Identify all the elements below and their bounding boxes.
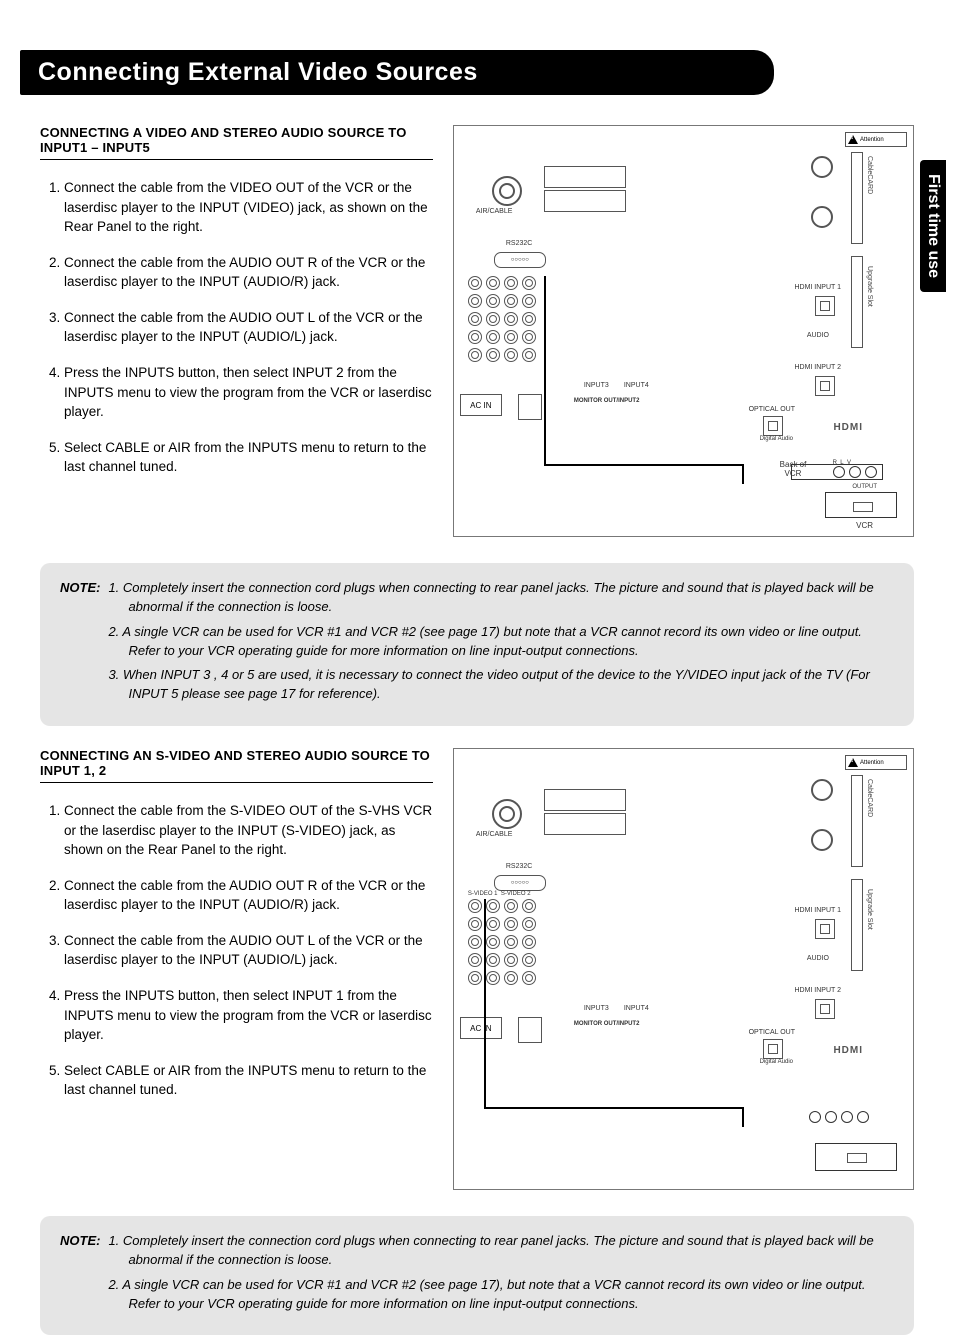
note-label: NOTE: <box>60 1232 100 1319</box>
step: Select CABLE or AIR from the INPUTS menu… <box>64 438 433 477</box>
note-item: 3. When INPUT 3 , 4 or 5 are used, it is… <box>108 666 894 704</box>
step: Connect the cable from the AUDIO OUT R o… <box>64 876 433 915</box>
section-tab: First time use <box>920 160 946 292</box>
note-box-1: NOTE: 1. Completely insert the connectio… <box>40 563 914 726</box>
sub-heading-2: CONNECTING AN S-VIDEO AND STEREO AUDIO S… <box>40 748 433 783</box>
rear-panel-diagram-2: Attention AIR/CABLE RS232C ○○○○○ <box>453 748 914 1190</box>
rear-panel-diagram-1: Attention AIR/CABLE RS232C ○○○○○ <box>453 125 914 537</box>
step: Connect the cable from the VIDEO OUT of … <box>64 178 433 237</box>
note-item: 1. Completely insert the connection cord… <box>108 579 894 617</box>
steps-list-2: Connect the cable from the S-VIDEO OUT o… <box>40 801 433 1100</box>
steps-list-1: Connect the cable from the VIDEO OUT of … <box>40 178 433 477</box>
note-item: 2. A single VCR can be used for VCR #1 a… <box>108 1276 894 1314</box>
page-content: CONNECTING A VIDEO AND STEREO AUDIO SOUR… <box>40 125 914 1335</box>
step: Select CABLE or AIR from the INPUTS menu… <box>64 1061 433 1100</box>
note-label: NOTE: <box>60 579 100 710</box>
note-item: 2. A single VCR can be used for VCR #1 a… <box>108 623 894 661</box>
manual-page: First time use Connecting External Video… <box>0 0 954 1235</box>
sub-heading-1: CONNECTING A VIDEO AND STEREO AUDIO SOUR… <box>40 125 433 160</box>
note-box-2: NOTE: 1. Completely insert the connectio… <box>40 1216 914 1335</box>
step: Connect the cable from the AUDIO OUT L o… <box>64 308 433 347</box>
section-video-stereo: CONNECTING A VIDEO AND STEREO AUDIO SOUR… <box>40 125 914 545</box>
section-svideo: CONNECTING AN S-VIDEO AND STEREO AUDIO S… <box>40 748 914 1190</box>
step: Press the INPUTS button, then select INP… <box>64 986 433 1045</box>
note-item: 1. Completely insert the connection cord… <box>108 1232 894 1270</box>
step: Connect the cable from the AUDIO OUT L o… <box>64 931 433 970</box>
step: Connect the cable from the S-VIDEO OUT o… <box>64 801 433 860</box>
step: Connect the cable from the AUDIO OUT R o… <box>64 253 433 292</box>
note-list: 1. Completely insert the connection cord… <box>108 579 894 704</box>
note-list: 1. Completely insert the connection cord… <box>108 1232 894 1313</box>
step: Press the INPUTS button, then select INP… <box>64 363 433 422</box>
page-title: Connecting External Video Sources <box>20 50 774 95</box>
